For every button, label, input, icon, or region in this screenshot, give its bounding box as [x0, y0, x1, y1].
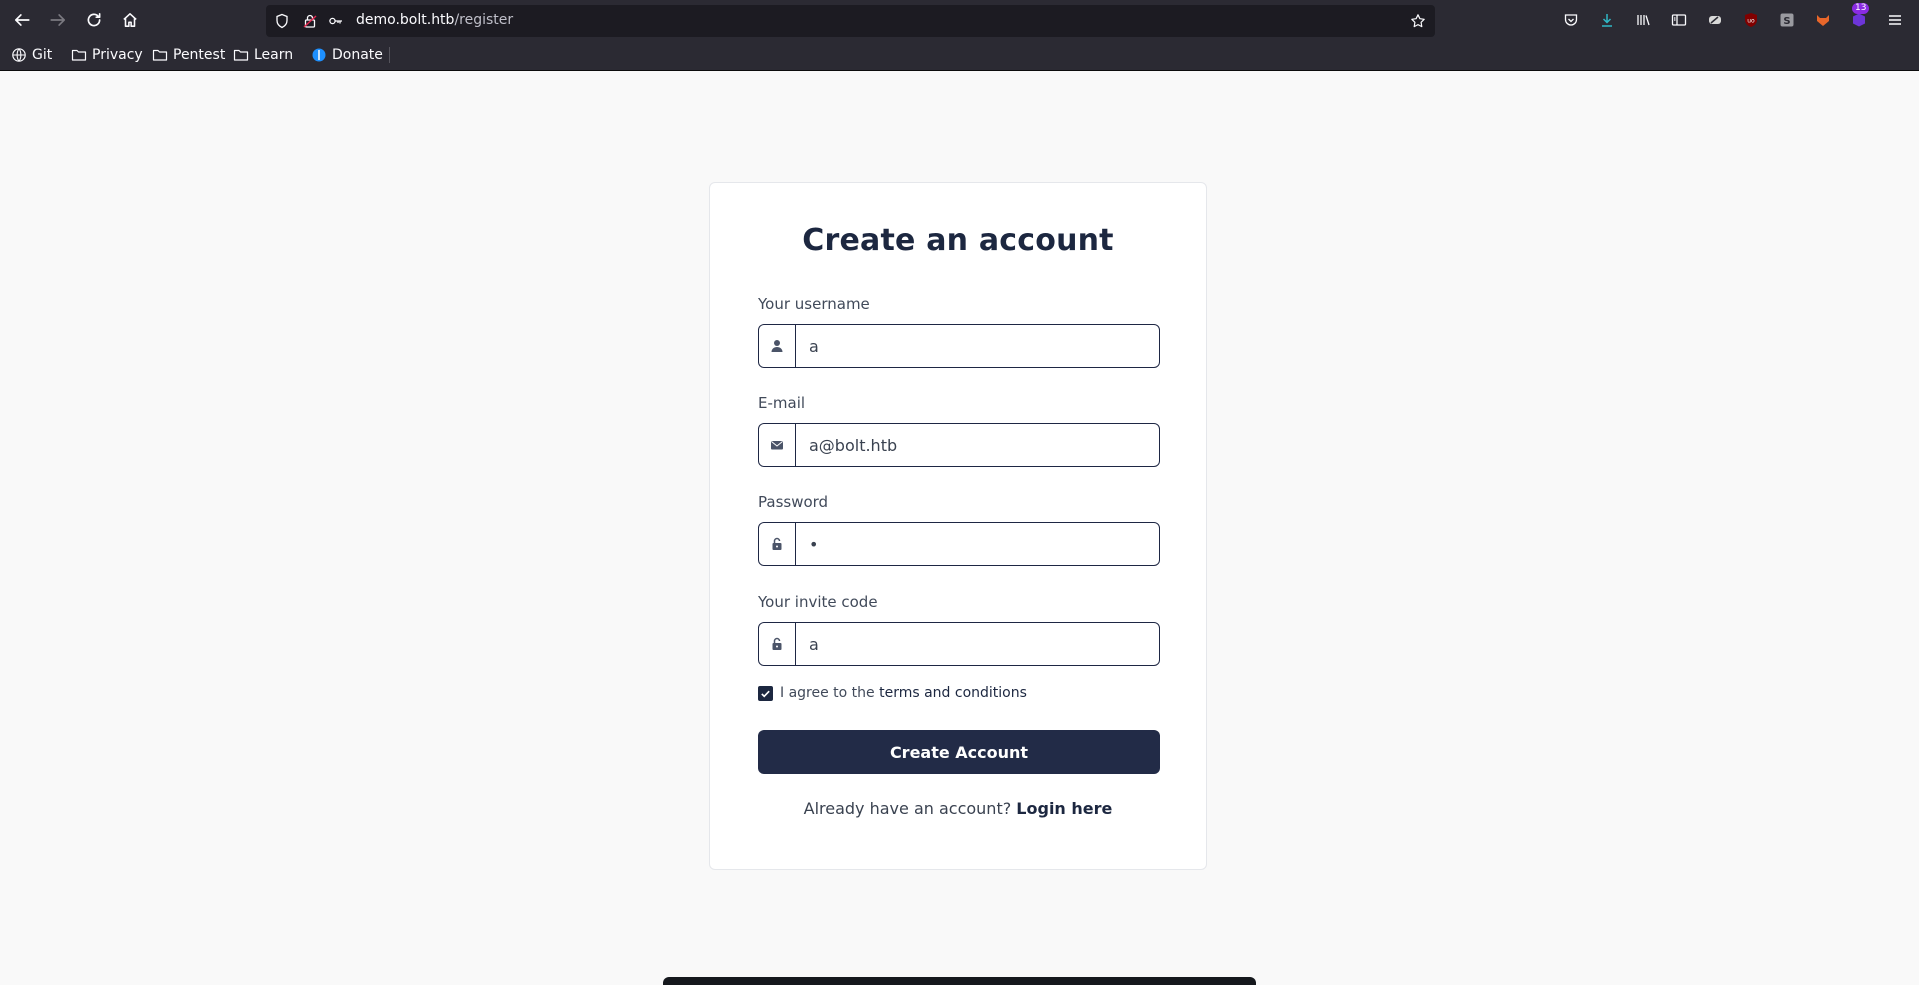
address-bar[interactable]: demo.bolt.htb/register	[266, 5, 1435, 37]
password-addon	[759, 523, 796, 565]
email-input[interactable]	[796, 424, 1159, 466]
extension-1-button[interactable]	[1706, 11, 1724, 29]
create-account-button[interactable]: Create Account	[758, 730, 1160, 774]
folder-icon	[152, 49, 168, 61]
register-card: Create an account Your username E-mail P…	[709, 182, 1207, 870]
donate-logo-icon	[312, 48, 326, 62]
extension-badge: 13	[1852, 3, 1870, 14]
shield-icon[interactable]	[274, 13, 290, 29]
bookmarks-toolbar: Git Privacy Pentest Learn Donate	[0, 40, 1919, 71]
library-icon	[1637, 15, 1650, 26]
terms-prefix: I agree to the	[780, 685, 880, 701]
terms-row: I agree to the terms and conditions	[758, 685, 1027, 701]
unlock-icon	[772, 637, 782, 650]
folder-icon	[233, 49, 249, 61]
username-input[interactable]	[796, 325, 1159, 367]
folder-icon	[71, 49, 87, 61]
globe-icon	[12, 48, 26, 62]
invite-code-input[interactable]	[796, 623, 1159, 665]
home-icon	[123, 13, 137, 27]
footer-edge	[663, 977, 1256, 985]
terms-label: I agree to the terms and conditions	[780, 685, 1027, 701]
bookmark-star-icon[interactable]	[1410, 13, 1426, 29]
downloads-button[interactable]	[1598, 11, 1616, 29]
sidebar-button[interactable]	[1670, 11, 1688, 29]
terms-link[interactable]: terms and conditions	[879, 685, 1027, 701]
bookmark-donate[interactable]: Donate	[311, 46, 383, 64]
bookmark-label: Donate	[332, 47, 383, 63]
svg-text:uo: uo	[1747, 18, 1755, 25]
user-icon	[771, 340, 783, 352]
url-text[interactable]: demo.bolt.htb/register	[356, 12, 513, 28]
email-addon	[759, 424, 796, 466]
foxyproxy-button[interactable]	[1814, 11, 1832, 29]
extension-s-button[interactable]: S	[1778, 11, 1796, 29]
bookmark-git[interactable]: Git	[11, 46, 52, 64]
menu-button[interactable]	[1886, 11, 1904, 29]
bookmarks-separator	[389, 47, 390, 63]
login-link[interactable]: Login here	[1016, 799, 1112, 818]
envelope-icon	[771, 441, 783, 450]
bookmark-label: Learn	[254, 47, 294, 63]
login-prompt: Already have an account? Login here	[710, 799, 1206, 818]
bookmark-label: Pentest	[173, 47, 226, 63]
key-icon[interactable]	[328, 13, 344, 29]
pencil-extension-icon	[1709, 16, 1721, 24]
invite-code-addon	[759, 623, 796, 665]
s-extension-icon: S	[1780, 13, 1794, 27]
svg-text:S: S	[1783, 16, 1790, 27]
unlock-icon	[772, 537, 782, 550]
password-input[interactable]	[796, 523, 1159, 565]
fox-icon	[1817, 15, 1829, 26]
invite-code-label: Your invite code	[758, 593, 878, 611]
library-button[interactable]	[1634, 11, 1652, 29]
browser-toolbar: demo.bolt.htb/register uo S 13	[0, 0, 1919, 40]
lock-insecure-icon[interactable]	[302, 13, 318, 29]
username-addon	[759, 325, 796, 367]
forward-button[interactable]	[46, 8, 70, 32]
bookmark-pentest[interactable]: Pentest	[152, 46, 225, 64]
bookmark-privacy[interactable]: Privacy	[71, 46, 143, 64]
email-field-group	[758, 423, 1160, 467]
pocket-icon	[1564, 14, 1578, 26]
page-title: Create an account	[802, 223, 1114, 258]
hamburger-menu-icon	[1889, 15, 1901, 25]
reload-icon	[87, 12, 101, 27]
bookmark-label: Git	[32, 47, 53, 63]
forward-arrow-icon	[50, 14, 66, 26]
url-host: demo.bolt.htb	[356, 12, 455, 28]
password-field-group	[758, 522, 1160, 566]
terms-checkbox[interactable]	[758, 685, 773, 701]
ublock-icon: uo	[1745, 13, 1757, 27]
pocket-button[interactable]	[1562, 11, 1580, 29]
ublock-button[interactable]: uo	[1742, 11, 1760, 29]
bookmark-learn[interactable]: Learn	[233, 46, 293, 64]
invite-code-field-group	[758, 622, 1160, 666]
url-path: /register	[454, 12, 514, 28]
username-label: Your username	[758, 295, 870, 313]
sidebar-icon	[1671, 14, 1687, 26]
login-prefix: Already have an account?	[803, 799, 1017, 818]
back-arrow-icon	[14, 14, 30, 26]
password-label: Password	[758, 493, 829, 511]
reload-button[interactable]	[82, 8, 106, 32]
cube-extension-icon	[1853, 13, 1865, 27]
download-icon	[1602, 14, 1612, 27]
username-field-group	[758, 324, 1160, 368]
bookmark-label: Privacy	[92, 47, 143, 63]
checkmark-icon	[761, 690, 770, 698]
home-button[interactable]	[118, 8, 142, 32]
email-label: E-mail	[758, 394, 806, 412]
back-button[interactable]	[10, 8, 34, 32]
